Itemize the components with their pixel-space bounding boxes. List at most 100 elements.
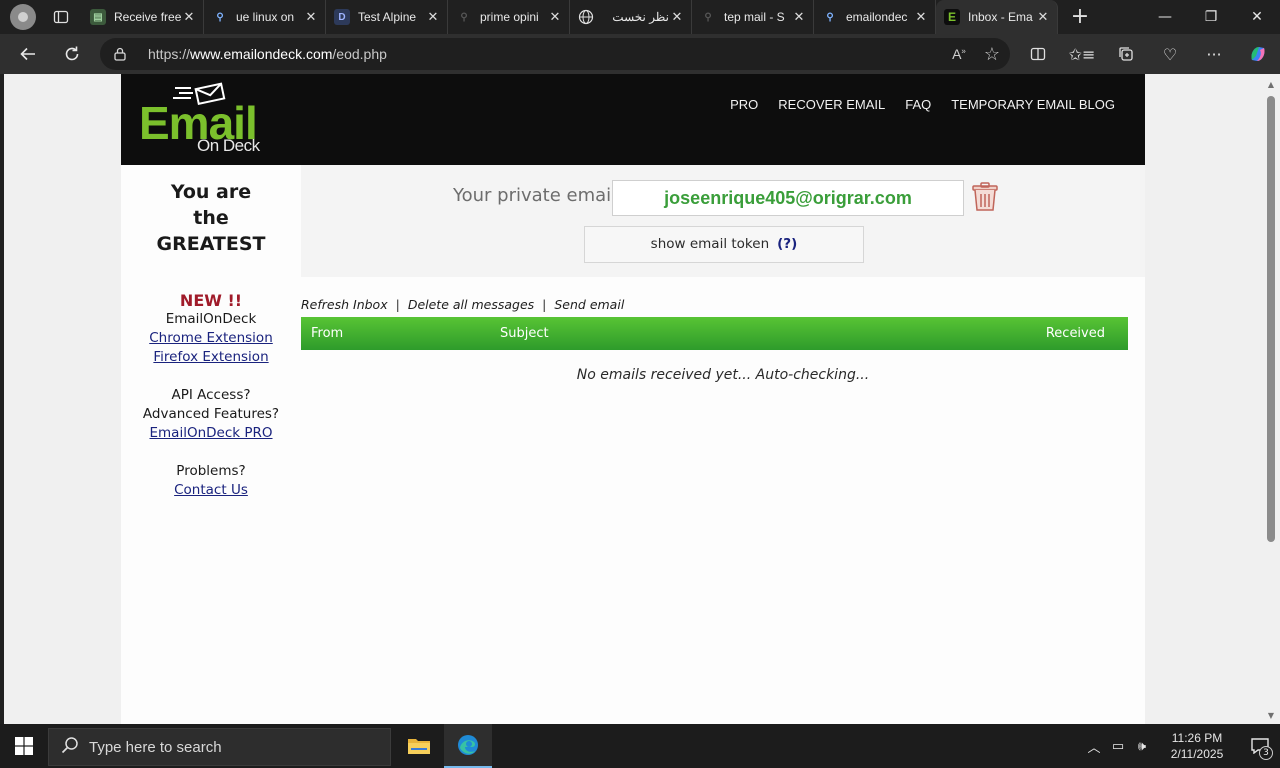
page-scrollbar[interactable]: ▲ ▼ bbox=[1262, 74, 1280, 724]
scroll-up-icon[interactable]: ▲ bbox=[1266, 80, 1276, 89]
network-icon[interactable]: ▭ bbox=[1106, 739, 1130, 754]
url-path: /eod.php bbox=[332, 46, 387, 62]
tab-title: Inbox - Ema bbox=[968, 10, 1033, 24]
close-tab-icon[interactable]: ✕ bbox=[791, 9, 807, 25]
browser-tab[interactable]: نظر نخست ✕ bbox=[570, 0, 692, 34]
tab-title: Test Alpine bbox=[358, 10, 417, 24]
emailondeck-pro-link[interactable]: EmailOnDeck PRO bbox=[121, 424, 301, 443]
emailondeck-page: Email On Deck PRO RECOVER EMAIL FAQ TEMP… bbox=[121, 74, 1145, 724]
refresh-icon[interactable] bbox=[54, 36, 90, 72]
trash-icon[interactable] bbox=[971, 182, 999, 212]
system-tray: ︿ ▭ 🕪 11:26 PM 2/11/2025 3 bbox=[1082, 724, 1280, 768]
lock-icon[interactable] bbox=[114, 47, 134, 61]
notification-center-icon[interactable]: 3 bbox=[1240, 724, 1280, 768]
nav-pro[interactable]: PRO bbox=[730, 97, 758, 112]
slogan: You are the GREATEST bbox=[121, 179, 301, 257]
browser-tab-active[interactable]: E Inbox - Ema ✕ bbox=[936, 0, 1058, 34]
private-email-address[interactable]: joseenrique405@origrar.com bbox=[612, 180, 964, 216]
edge-browser-icon[interactable] bbox=[444, 724, 492, 768]
close-tab-icon[interactable]: ✕ bbox=[547, 9, 563, 25]
e-icon: E bbox=[944, 9, 960, 25]
close-tab-icon[interactable]: ✕ bbox=[669, 9, 685, 25]
clock-date: 2/11/2025 bbox=[1170, 747, 1224, 761]
tab-strip: ▤ Receive free ✕ ⚲ ue linux on ✕ D Test … bbox=[0, 0, 1280, 34]
close-tab-icon[interactable]: ✕ bbox=[181, 9, 197, 25]
tab-title: tep mail - S bbox=[724, 10, 785, 24]
separator: | bbox=[395, 297, 400, 312]
chrome-extension-link[interactable]: Chrome Extension bbox=[121, 329, 301, 348]
search-icon: ⚲ bbox=[460, 11, 468, 23]
windows-start-icon[interactable] bbox=[0, 724, 48, 768]
search-icon: ⚲ bbox=[704, 11, 712, 23]
firefox-extension-link[interactable]: Firefox Extension bbox=[121, 348, 301, 367]
taskbar-clock[interactable]: 11:26 PM 2/11/2025 bbox=[1162, 730, 1232, 762]
nav-recover-email[interactable]: RECOVER EMAIL bbox=[778, 97, 885, 112]
chevron-up-icon[interactable]: ︿ bbox=[1082, 737, 1106, 756]
file-explorer-icon[interactable] bbox=[395, 724, 443, 768]
private-email-panel: Your private email joseenrique405@origra… bbox=[301, 165, 1145, 277]
send-email-link[interactable]: Send email bbox=[554, 297, 624, 312]
advanced-features-text: Advanced Features? bbox=[142, 406, 280, 422]
close-tab-icon[interactable]: ✕ bbox=[1035, 9, 1051, 25]
copilot-icon[interactable] bbox=[1236, 34, 1280, 74]
favorites-icon[interactable]: ✩≡ bbox=[1060, 34, 1104, 74]
extensions-icon[interactable]: ♡ bbox=[1148, 34, 1192, 74]
token-button-label: show email token bbox=[650, 236, 770, 252]
show-email-token-button[interactable]: show email token (?) bbox=[584, 226, 864, 263]
browser-tab[interactable]: ▤ Receive free ✕ bbox=[82, 0, 204, 34]
inbox-empty-message: No emails received yet... Auto-checking.… bbox=[576, 367, 870, 383]
delete-all-messages-link[interactable]: Delete all messages bbox=[408, 297, 534, 312]
api-access-text: API Access? bbox=[171, 387, 251, 403]
read-aloud-icon[interactable]: A» bbox=[952, 46, 966, 62]
browser-tab[interactable]: ⚲ emailondec ✕ bbox=[814, 0, 936, 34]
emailondeck-logo[interactable]: Email On Deck bbox=[139, 82, 269, 158]
browser-tab[interactable]: D Test Alpine ✕ bbox=[326, 0, 448, 34]
inbox-actions: Refresh Inbox | Delete all messages | Se… bbox=[301, 297, 624, 312]
token-help-link[interactable]: (?) bbox=[777, 236, 797, 252]
refresh-inbox-link[interactable]: Refresh Inbox bbox=[301, 297, 388, 312]
nav-faq[interactable]: FAQ bbox=[905, 97, 931, 112]
minimize-icon[interactable]: — bbox=[1142, 0, 1188, 34]
close-window-icon[interactable]: ✕ bbox=[1234, 0, 1280, 34]
notification-count-badge: 3 bbox=[1259, 746, 1273, 760]
tab-title: Receive free bbox=[114, 10, 181, 24]
slogan-line: You are bbox=[170, 181, 252, 203]
column-from[interactable]: From bbox=[311, 326, 343, 341]
close-tab-icon[interactable]: ✕ bbox=[425, 9, 441, 25]
search-icon: ⚲ bbox=[826, 11, 834, 23]
browser-tab[interactable]: ⚲ ue linux on ✕ bbox=[204, 0, 326, 34]
more-options-icon[interactable]: ··· bbox=[1192, 34, 1236, 74]
close-tab-icon[interactable]: ✕ bbox=[303, 9, 319, 25]
problems-text: Problems? bbox=[176, 463, 246, 479]
tab-title: ue linux on bbox=[236, 10, 295, 24]
collections-icon[interactable] bbox=[1104, 34, 1148, 74]
slogan-line: the bbox=[193, 207, 229, 229]
nav-temporary-email-blog[interactable]: TEMPORARY EMAIL BLOG bbox=[951, 97, 1115, 112]
address-bar[interactable]: https://www.emailondeck.com/eod.php A» ☆ bbox=[100, 38, 1010, 70]
top-nav: PRO RECOVER EMAIL FAQ TEMPORARY EMAIL BL… bbox=[730, 97, 1115, 112]
new-tab-button[interactable]: + bbox=[1066, 3, 1094, 31]
doc-icon: ▤ bbox=[90, 9, 106, 25]
split-screen-icon[interactable] bbox=[1016, 34, 1060, 74]
logo-ondeck-text: On Deck bbox=[197, 136, 260, 155]
contact-us-link[interactable]: Contact Us bbox=[121, 481, 301, 500]
browser-tab[interactable]: ⚲ prime opini ✕ bbox=[448, 0, 570, 34]
column-received[interactable]: Received bbox=[1046, 326, 1105, 341]
taskbar-search-box[interactable]: Type here to search bbox=[48, 728, 391, 766]
column-subject[interactable]: Subject bbox=[500, 326, 549, 341]
browser-tab[interactable]: ⚲ tep mail - S ✕ bbox=[692, 0, 814, 34]
site-header: Email On Deck PRO RECOVER EMAIL FAQ TEMP… bbox=[121, 74, 1145, 165]
back-arrow-icon[interactable] bbox=[10, 36, 46, 72]
favorite-star-icon[interactable]: ☆ bbox=[984, 44, 1000, 65]
volume-icon[interactable]: 🕪 bbox=[1130, 739, 1154, 754]
scrollbar-thumb[interactable] bbox=[1267, 96, 1275, 542]
profile-avatar[interactable] bbox=[10, 4, 36, 30]
tab-title: emailondec bbox=[846, 10, 908, 24]
tab-actions-icon[interactable] bbox=[50, 6, 72, 28]
close-tab-icon[interactable]: ✕ bbox=[913, 9, 929, 25]
scroll-down-icon[interactable]: ▼ bbox=[1266, 711, 1276, 720]
sidebar: You are the GREATEST NEW !! EmailOnDeck … bbox=[121, 165, 301, 724]
inbox-table-header: From Subject Received bbox=[301, 317, 1128, 350]
restore-icon[interactable]: ❐ bbox=[1188, 0, 1234, 34]
slogan-line: GREATEST bbox=[156, 233, 266, 255]
